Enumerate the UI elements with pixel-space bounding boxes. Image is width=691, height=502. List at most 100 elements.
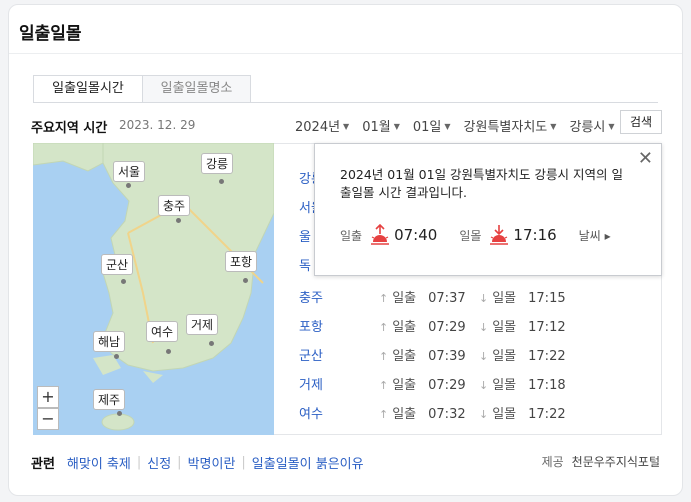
year-select[interactable]: 2024년 ▼	[295, 116, 349, 135]
provider-name[interactable]: 천문우주지식포털	[572, 455, 660, 469]
year-value: 2024년	[295, 120, 341, 135]
date-region-filters: 2024년 ▼ 01월 ▼ 01일 ▼ 강원특별자치도 ▼ 강릉시 ▼	[295, 116, 627, 135]
row-sunset: ↓ 일몰 17:12	[479, 316, 566, 335]
row-city[interactable]: 독	[299, 255, 311, 274]
map-land-shapes	[33, 143, 274, 431]
sunset-label: 일몰	[492, 378, 517, 393]
popup-sunrise-label: 일출	[340, 228, 363, 243]
list-item: 거제 ↑ 일출 07:29 ↓ 일몰 17:18	[274, 368, 662, 397]
sunrise-label: 일출	[392, 378, 417, 393]
city-value: 강릉시	[569, 120, 606, 135]
tab-sunrise-spots[interactable]: 일출일몰명소	[143, 75, 251, 103]
caret-down-icon: ▼	[444, 122, 451, 131]
caret-down-icon: ▼	[550, 122, 557, 131]
city-marker	[126, 183, 131, 188]
sunset-arrow-icon: ↓	[479, 379, 489, 392]
result-popup: ✕ 2024년 01월 01일 강원특별자치도 강릉시 지역의 일출일몰 시간 …	[314, 143, 662, 276]
row-sunset: ↓ 일몰 17:22	[479, 345, 566, 364]
sunrise-time: 07:32	[428, 407, 466, 422]
row-sunset: ↓ 일몰 17:15	[479, 287, 566, 306]
sunrise-label: 일출	[392, 320, 417, 335]
popup-sunset-time: 17:16	[513, 226, 557, 244]
row-city[interactable]: 충주	[299, 287, 323, 306]
tab-sunrise-time[interactable]: 일출일몰시간	[33, 75, 143, 103]
caret-down-icon: ▼	[393, 122, 400, 131]
day-select[interactable]: 01일 ▼	[413, 116, 451, 135]
list-item: 군산 ↑ 일출 07:39 ↓ 일몰 17:22	[274, 339, 662, 368]
map-label-gunsan[interactable]: 군산	[101, 254, 134, 275]
sunrise-label: 일출	[392, 291, 417, 306]
link-separator: |	[241, 455, 246, 470]
section-date: 2023. 12. 29	[119, 118, 196, 132]
close-icon[interactable]: ✕	[638, 150, 653, 168]
month-select[interactable]: 01월 ▼	[362, 116, 400, 135]
city-marker	[219, 179, 224, 184]
zoom-in-button[interactable]: +	[37, 386, 59, 408]
map-label-pohang[interactable]: 포항	[225, 251, 258, 272]
sunset-label: 일몰	[492, 349, 517, 364]
popup-sun-times: 일출 07:40 일몰 17:16 날씨 ▸	[340, 224, 611, 246]
city-select[interactable]: 강릉시 ▼	[569, 116, 614, 135]
link-separator: |	[136, 455, 142, 470]
sunrise-time: 07:29	[428, 320, 466, 335]
title-divider	[9, 53, 682, 54]
provider-label: 제공	[541, 455, 564, 469]
map-label-seoul[interactable]: 서울	[113, 161, 146, 182]
row-sunrise: ↑ 일출 07:29	[379, 374, 466, 393]
day-value: 01일	[412, 120, 442, 135]
popup-sunrise-time: 07:40	[394, 226, 438, 244]
sunset-label: 일몰	[492, 407, 517, 422]
sunrise-arrow-icon: ↑	[379, 379, 389, 392]
province-select[interactable]: 강원특별자치도 ▼	[464, 116, 557, 135]
row-city[interactable]: 포항	[299, 316, 323, 335]
sunset-time: 17:22	[528, 349, 566, 364]
city-marker	[243, 278, 248, 283]
city-marker	[209, 341, 214, 346]
sunrise-arrow-icon: ↑	[379, 292, 389, 305]
search-button[interactable]: 검색	[620, 110, 662, 134]
sunrise-arrow-icon: ↑	[379, 408, 389, 421]
row-city[interactable]: 거제	[299, 374, 323, 393]
map-label-haenam[interactable]: 해남	[93, 331, 126, 352]
list-item: 포항 ↑ 일출 07:29 ↓ 일몰 17:12	[274, 310, 662, 339]
row-city[interactable]: 군산	[299, 345, 323, 364]
sunset-arrow-icon: ↓	[479, 350, 489, 363]
sunrise-icon	[371, 224, 390, 245]
related-link-new-year[interactable]: 신정	[147, 453, 171, 472]
zoom-out-button[interactable]: −	[37, 408, 59, 430]
city-marker	[117, 411, 122, 416]
city-marker	[114, 354, 119, 359]
tab-bar: 일출일몰시간 일출일몰명소	[33, 75, 251, 103]
map-label-chungju[interactable]: 충주	[158, 195, 191, 216]
sunrise-arrow-icon: ↑	[379, 321, 389, 334]
korea-map[interactable]: 서울 강릉 충주 포항 군산 여수 거제 해남 제주 + −	[33, 143, 274, 435]
related-link-twilight[interactable]: 박명이란	[188, 453, 236, 472]
sunset-time: 17:22	[528, 407, 566, 422]
sunset-time: 17:18	[528, 378, 566, 393]
map-label-gangneung[interactable]: 강릉	[201, 153, 234, 174]
related-links: 관련 해맞이 축제 | 신정 | 박명이란 | 일출일몰이 붉은이유	[31, 453, 364, 472]
related-link-new-year-festival[interactable]: 해맞이 축제	[67, 453, 131, 472]
row-city[interactable]: 여수	[299, 403, 323, 422]
row-city[interactable]: 울	[299, 226, 311, 245]
city-marker	[121, 279, 126, 284]
result-message: 2024년 01월 01일 강원특별자치도 강릉시 지역의 일출일몰 시간 결과…	[340, 167, 623, 200]
map-label-jeju[interactable]: 제주	[93, 389, 126, 410]
row-sunrise: ↑ 일출 07:39	[379, 345, 466, 364]
caret-down-icon: ▼	[608, 122, 615, 131]
popup-sunset-label: 일몰	[459, 228, 482, 243]
weather-label: 날씨	[578, 228, 601, 243]
map-label-geoje[interactable]: 거제	[186, 314, 219, 335]
sunset-label: 일몰	[492, 291, 517, 306]
weather-link[interactable]: 날씨 ▸	[579, 227, 611, 244]
sunset-time: 17:15	[528, 291, 566, 306]
provider-credit: 제공 천문우주지식포털	[542, 453, 660, 470]
related-label: 관련	[31, 457, 55, 472]
link-separator: |	[177, 455, 182, 470]
sunset-arrow-icon: ↓	[479, 292, 489, 305]
row-sunrise: ↑ 일출 07:32	[379, 403, 466, 422]
row-sunrise: ↑ 일출 07:37	[379, 287, 466, 306]
map-label-yeosu[interactable]: 여수	[146, 321, 179, 342]
tabs-divider	[33, 102, 658, 103]
related-link-red-sunrise[interactable]: 일출일몰이 붉은이유	[252, 453, 364, 472]
